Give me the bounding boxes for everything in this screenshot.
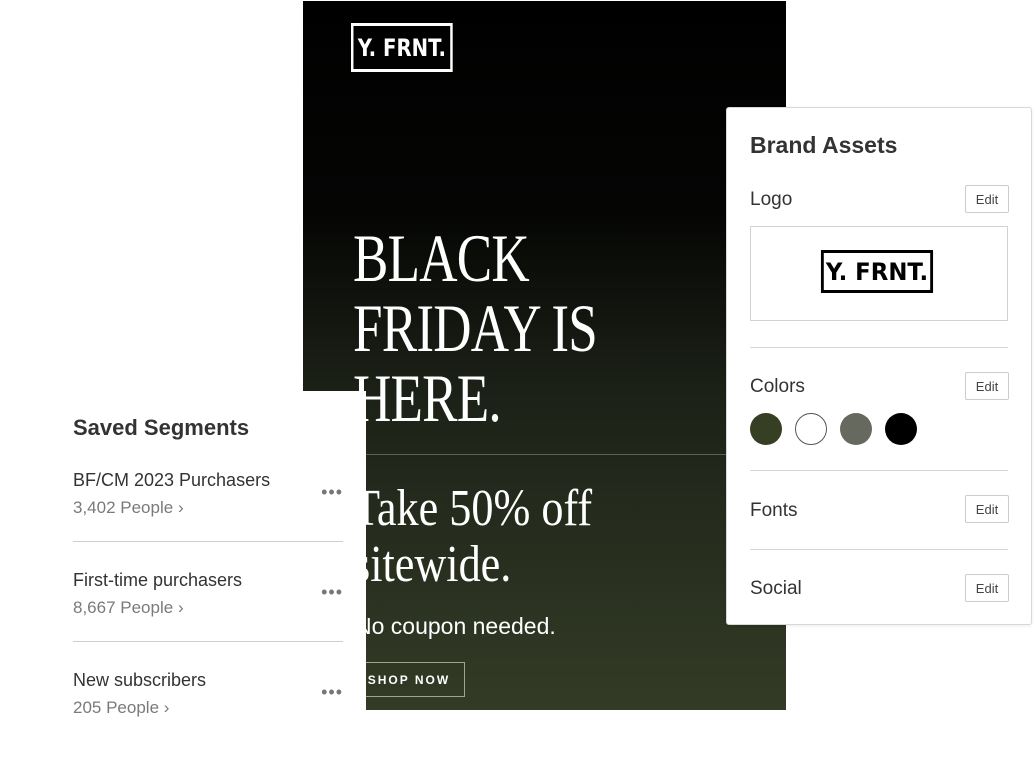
segments-title: Saved Segments	[73, 415, 250, 440]
color-swatch[interactable]	[750, 413, 782, 445]
shop-now-button[interactable]: SHOP NOW	[353, 662, 465, 697]
chevron-right-icon: ›	[163, 698, 170, 717]
subhead-line: Take 50% off	[353, 480, 593, 537]
segment-item[interactable]: New subscribers 205 People › •••	[73, 670, 343, 770]
more-options-icon[interactable]: •••	[321, 682, 343, 703]
edit-colors-button[interactable]: Edit	[965, 372, 1009, 400]
segment-divider	[73, 541, 343, 542]
logo-label: Logo	[750, 189, 793, 210]
email-logo: Y. FRNT.	[351, 23, 453, 72]
edit-fonts-button[interactable]: Edit	[965, 495, 1009, 523]
segment-divider	[73, 641, 343, 642]
social-label: Social	[750, 578, 802, 599]
brand-divider	[750, 347, 1008, 348]
segment-name: First-time purchasers	[73, 570, 243, 590]
brand-divider	[750, 549, 1008, 550]
segment-count-link[interactable]: 8,667 People ›	[73, 598, 184, 618]
edit-logo-button[interactable]: Edit	[965, 185, 1009, 213]
email-subhead: Take 50% off sitewide.	[353, 481, 693, 593]
subhead-line: sitewide.	[353, 536, 512, 593]
headline-line: FRIDAY IS	[353, 290, 598, 366]
email-divider	[353, 454, 786, 455]
segment-name: New subscribers	[73, 670, 207, 690]
segment-item[interactable]: BF/CM 2023 Purchasers 3,402 People › •••	[73, 470, 343, 570]
email-body: No coupon needed.	[355, 613, 556, 639]
brand-divider	[750, 470, 1008, 471]
colors-label: Colors	[750, 376, 805, 397]
email-preview: Y. FRNT. BLACK FRIDAY IS HERE. Take 50% …	[303, 1, 786, 710]
color-swatch[interactable]	[840, 413, 872, 445]
segment-count: 3,402 People	[73, 498, 174, 517]
brand-assets-title: Brand Assets	[750, 132, 898, 158]
email-headline: BLACK FRIDAY IS HERE.	[353, 223, 786, 433]
chevron-right-icon: ›	[177, 498, 184, 517]
more-options-icon[interactable]: •••	[321, 482, 343, 503]
brand-assets-panel: Brand Assets Logo Edit Y. FRNT. Colors E…	[726, 107, 1032, 625]
more-options-icon[interactable]: •••	[321, 582, 343, 603]
logo-preview[interactable]: Y. FRNT.	[750, 226, 1008, 321]
segment-count-link[interactable]: 205 People ›	[73, 698, 169, 718]
saved-segments-panel: Saved Segments BF/CM 2023 Purchasers 3,4…	[0, 391, 366, 744]
segment-count: 205 People	[73, 698, 160, 717]
brand-logo: Y. FRNT.	[820, 250, 934, 293]
segment-count-link[interactable]: 3,402 People ›	[73, 498, 184, 518]
headline-line: HERE.	[353, 360, 502, 436]
segment-name: BF/CM 2023 Purchasers	[73, 470, 271, 490]
fonts-label: Fonts	[750, 500, 798, 521]
chevron-right-icon: ›	[177, 598, 184, 617]
headline-line: BLACK	[353, 220, 530, 296]
segment-item[interactable]: First-time purchasers 8,667 People › •••	[73, 570, 343, 670]
color-swatch[interactable]	[885, 413, 917, 445]
edit-social-button[interactable]: Edit	[965, 574, 1009, 602]
color-swatch[interactable]	[795, 413, 827, 445]
segment-count: 8,667 People	[73, 598, 174, 617]
